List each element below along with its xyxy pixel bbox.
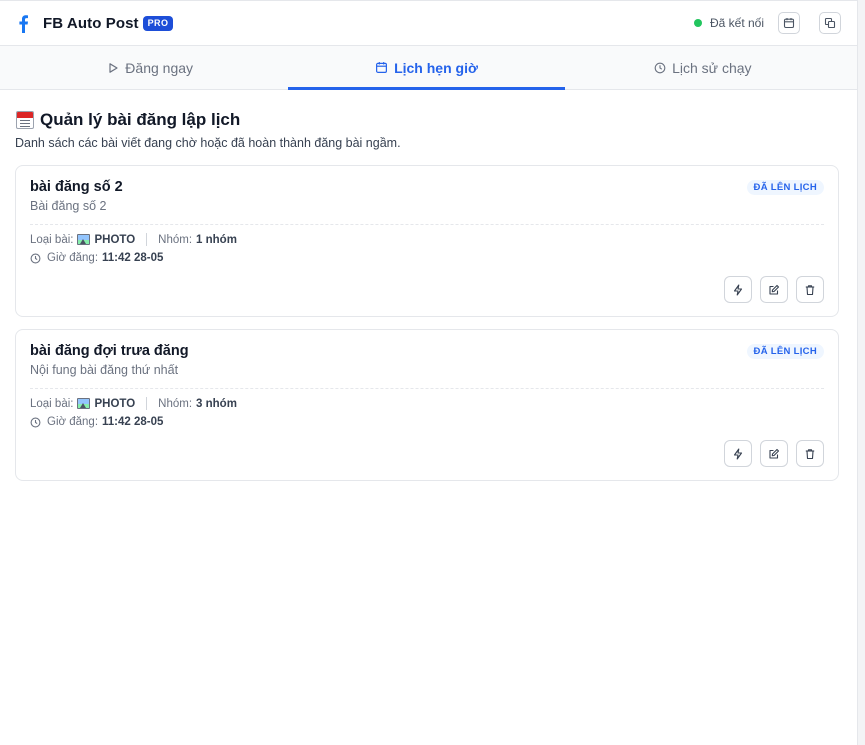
post-title: bài đăng đợi trưa đăng — [30, 343, 189, 359]
post-title: bài đăng số 2 — [30, 179, 123, 195]
card-actions — [724, 440, 824, 467]
lightning-icon — [732, 283, 744, 296]
brand-title: FB Auto Post — [43, 14, 139, 32]
window-copy-button[interactable] — [819, 12, 841, 34]
post-time-value: 11:42 28-05 — [102, 252, 164, 264]
tab-label: Đăng ngay — [125, 59, 194, 76]
photo-icon — [77, 234, 91, 245]
app-window: FB Auto Post PRO Đã kết nối Đăng ngay Lị… — [0, 0, 857, 745]
calendar-emoji-icon — [16, 111, 34, 129]
photo-icon — [77, 398, 91, 409]
brand: FB Auto Post PRO — [16, 13, 174, 33]
trash-icon — [804, 284, 816, 296]
header-actions: Đã kết nối — [693, 12, 841, 34]
divider — [146, 397, 148, 410]
delete-button[interactable] — [796, 440, 824, 467]
clock-icon — [654, 62, 666, 74]
post-time-row: Giờ đăng: 11:42 28-05 — [30, 252, 824, 264]
post-type-label: Loại bài: — [30, 397, 74, 410]
status-badge: ĐÃ LÊN LỊCH — [746, 180, 824, 195]
post-now-button[interactable] — [724, 440, 752, 467]
clock-icon — [30, 417, 41, 428]
post-content: Bài đăng số 2 — [30, 199, 824, 225]
tab-history[interactable]: Lịch sử chạy — [565, 46, 841, 89]
post-type-value: PHOTO — [94, 397, 136, 410]
delete-button[interactable] — [796, 276, 824, 303]
play-icon — [107, 62, 119, 74]
group-count: 3 nhóm — [196, 397, 237, 410]
page-title: Quản lý bài đăng lập lịch — [16, 110, 839, 130]
card-actions — [724, 276, 824, 303]
post-content: Nội fung bài đăng thứ nhất — [30, 363, 824, 389]
group-count: 1 nhóm — [196, 233, 237, 246]
calendar-button[interactable] — [778, 12, 800, 34]
edit-button[interactable] — [760, 440, 788, 467]
edit-icon — [768, 448, 780, 460]
scheduled-post-card: bài đăng số 2 ĐÃ LÊN LỊCH Bài đăng số 2 … — [15, 165, 839, 317]
post-time-label: Giờ đăng: — [47, 252, 99, 264]
pro-badge: PRO — [142, 15, 174, 31]
header: FB Auto Post PRO Đã kết nối — [0, 1, 857, 46]
tab-post-now[interactable]: Đăng ngay — [12, 46, 288, 89]
post-meta: Loại bài: PHOTO Nhóm: 1 nhóm — [30, 233, 824, 246]
scheduled-post-card: bài đăng đợi trưa đăng ĐÃ LÊN LỊCH Nội f… — [15, 329, 839, 481]
calendar-icon — [783, 17, 795, 29]
clock-icon — [30, 253, 41, 264]
connection-status-text: Đã kết nối — [709, 16, 764, 30]
lightning-icon — [732, 447, 744, 460]
page-title-text: Quản lý bài đăng lập lịch — [40, 110, 241, 129]
tab-bar: Đăng ngay Lịch hẹn giờ Lịch sử chạy — [0, 46, 857, 90]
page-subtitle: Danh sách các bài viết đang chờ hoặc đã … — [15, 136, 401, 150]
post-time-value: 11:42 28-05 — [102, 416, 164, 428]
post-type-label: Loại bài: — [30, 233, 74, 246]
calendar-icon — [375, 61, 388, 74]
facebook-icon — [17, 13, 33, 33]
group-label: Nhóm: — [158, 397, 193, 410]
trash-icon — [804, 448, 816, 460]
connection-status-dot — [693, 19, 702, 27]
tab-schedule[interactable]: Lịch hẹn giờ — [288, 46, 565, 90]
edit-icon — [768, 284, 780, 296]
group-label: Nhóm: — [158, 233, 193, 246]
status-badge: ĐÃ LÊN LỊCH — [746, 344, 824, 359]
post-time-label: Giờ đăng: — [47, 416, 99, 428]
post-type-value: PHOTO — [94, 233, 136, 246]
post-now-button[interactable] — [724, 276, 752, 303]
tab-label: Lịch hẹn giờ — [394, 59, 478, 76]
post-time-row: Giờ đăng: 11:42 28-05 — [30, 416, 824, 428]
post-meta: Loại bài: PHOTO Nhóm: 3 nhóm — [30, 397, 824, 410]
copy-window-icon — [824, 17, 836, 29]
scrollbar[interactable] — [857, 0, 865, 745]
tab-label: Lịch sử chạy — [672, 59, 752, 76]
divider — [146, 233, 148, 246]
edit-button[interactable] — [760, 276, 788, 303]
main-content: Quản lý bài đăng lập lịch Danh sách các … — [0, 90, 857, 481]
